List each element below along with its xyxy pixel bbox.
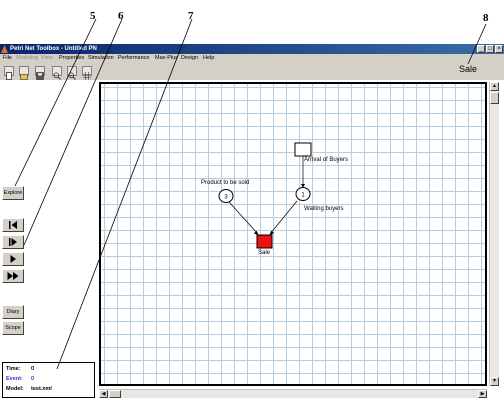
scroll-down-button[interactable]: ▼ xyxy=(490,377,499,386)
menu-performance[interactable]: Performance xyxy=(118,54,150,63)
play-icon xyxy=(10,255,16,263)
step-forward-button[interactable] xyxy=(2,235,24,249)
transition-label-sale: Sale xyxy=(258,250,271,256)
menu-bar: File Modeling View Properties Simulation… xyxy=(0,54,504,63)
explore-button[interactable]: Explore xyxy=(2,186,24,200)
save-icon[interactable] xyxy=(35,66,45,80)
callout-5: 5 xyxy=(90,10,96,22)
selected-element-name: Sale xyxy=(459,64,478,74)
menu-design[interactable]: Design xyxy=(181,54,198,63)
place-label-waiting: Waiting buyers xyxy=(304,206,344,212)
left-panel: Explore Diary Scope xyxy=(0,80,97,408)
fast-forward-icon xyxy=(7,272,19,280)
diary-button[interactable]: Diary xyxy=(2,305,24,319)
step-forward-icon xyxy=(9,238,17,246)
grid-icon[interactable] xyxy=(82,66,92,80)
menu-modeling[interactable]: Modeling xyxy=(16,54,38,63)
fast-forward-button[interactable] xyxy=(2,269,24,283)
model-value: test.xml xyxy=(31,386,52,392)
menu-simulation[interactable]: Simulation xyxy=(88,54,114,63)
vertical-scrollbar[interactable]: ▲ ▼ xyxy=(489,82,499,386)
close-button[interactable]: × xyxy=(495,45,503,53)
play-button[interactable] xyxy=(2,252,24,266)
title-bar: Petri Net Toolbox - Untitled PN _ □ × xyxy=(0,44,504,54)
scroll-left-button[interactable]: ◀ xyxy=(99,390,108,398)
transition-label-arrival: Arrival of Buyers xyxy=(304,157,349,163)
open-icon[interactable] xyxy=(19,66,29,80)
minimize-button[interactable]: _ xyxy=(477,45,485,53)
callout-6: 6 xyxy=(118,10,124,22)
scroll-up-button[interactable]: ▲ xyxy=(490,82,499,91)
app-icon xyxy=(1,45,8,53)
menu-properties[interactable]: Properties xyxy=(59,54,84,63)
scroll-thumb-vertical[interactable] xyxy=(490,92,499,104)
menu-help[interactable]: Help xyxy=(203,54,214,63)
toolbar xyxy=(0,63,504,80)
horizontal-scrollbar[interactable]: ◀ ▶ xyxy=(99,389,487,398)
scroll-right-button[interactable]: ▶ xyxy=(478,390,487,398)
menu-max-plus[interactable]: Max-Plus xyxy=(155,54,178,63)
scope-button[interactable]: Scope xyxy=(2,321,24,335)
place-label-product: Product to be sold xyxy=(201,180,250,186)
event-value: 0 xyxy=(31,376,35,382)
zoom-in-icon[interactable] xyxy=(52,66,62,80)
maximize-button[interactable]: □ xyxy=(486,45,494,53)
petri-net-canvas[interactable] xyxy=(99,82,487,386)
event-label: Event: xyxy=(6,376,23,382)
time-value: 0 xyxy=(31,366,35,372)
model-label: Model: xyxy=(6,386,24,392)
time-label: Time: xyxy=(6,366,21,372)
menu-file[interactable]: File xyxy=(3,54,12,63)
new-icon[interactable] xyxy=(4,66,14,80)
status-panel: Time: 0 Event: 0 Model: test.xml xyxy=(2,362,95,398)
callout-8: 8 xyxy=(483,12,489,24)
callout-7: 7 xyxy=(188,10,194,22)
scroll-thumb-horizontal[interactable] xyxy=(109,390,121,398)
window-title: Petri Net Toolbox - Untitled PN xyxy=(10,46,97,52)
step-back-icon xyxy=(9,221,17,229)
zoom-out-icon[interactable] xyxy=(67,66,77,80)
menu-view[interactable]: View xyxy=(41,54,53,63)
step-back-button[interactable] xyxy=(2,218,24,232)
